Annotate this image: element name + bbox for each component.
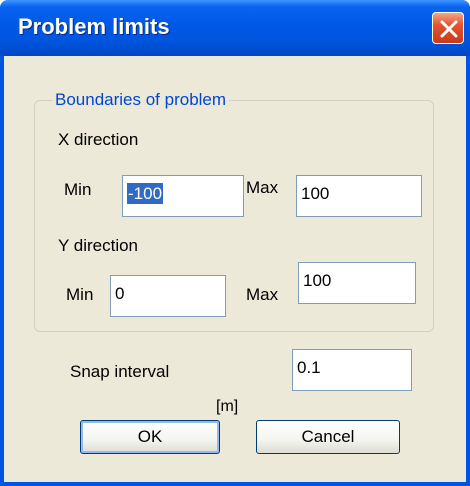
x-max-input[interactable]: 100 [296,175,422,217]
ok-button[interactable]: OK [80,420,220,454]
y-max-value: 100 [303,271,332,290]
x-min-input[interactable]: -100 [122,175,244,217]
y-min-input[interactable]: 0 [110,275,226,317]
y-direction-label: Y direction [58,236,139,255]
snap-interval-value: 0.1 [297,358,321,377]
window-title: Problem limits [18,14,170,39]
title-bar[interactable]: Problem limits [0,0,470,56]
y-max-input[interactable]: 100 [298,262,416,304]
snap-interval-label: Snap interval [70,362,170,381]
boundaries-group-title: Boundaries of problem [52,90,230,110]
x-max-value: 100 [301,184,330,203]
snap-interval-input[interactable]: 0.1 [292,349,412,391]
x-min-value: -100 [127,183,164,204]
y-max-label: Max [246,285,279,304]
x-min-label: Min [64,180,92,199]
cancel-button[interactable]: Cancel [256,420,400,454]
close-button[interactable] [432,12,464,44]
snap-unit-label: [m] [216,398,239,415]
x-max-label: Max [246,178,279,197]
x-direction-label: X direction [58,130,139,149]
close-icon [440,20,458,38]
y-min-label: Min [66,285,94,304]
y-min-value: 0 [115,284,125,303]
